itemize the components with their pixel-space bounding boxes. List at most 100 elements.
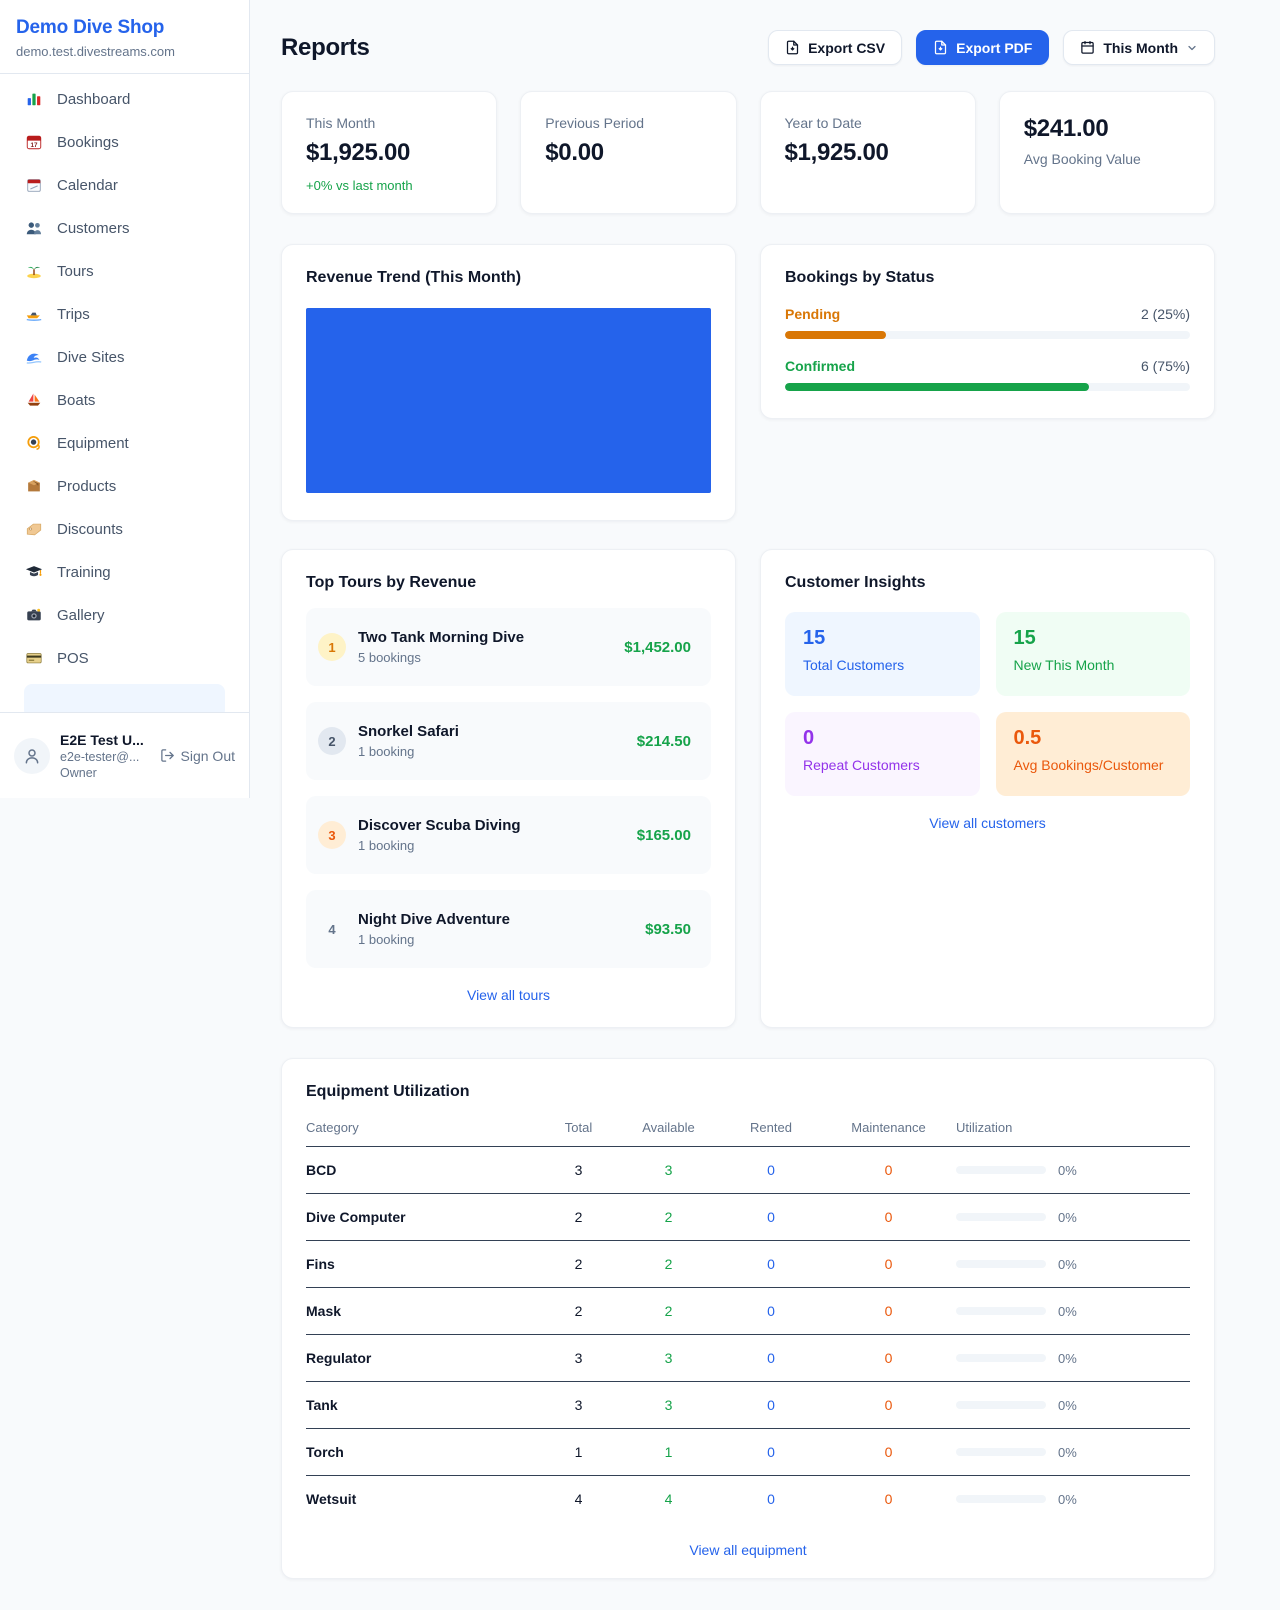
- period-select[interactable]: This Month: [1063, 30, 1215, 65]
- sidebar-item-label: Boats: [57, 392, 95, 409]
- sidebar-item-trips[interactable]: Trips: [12, 297, 237, 331]
- customers-icon: [24, 218, 44, 238]
- insight-value: 0: [803, 727, 962, 750]
- sidebar-item-pos[interactable]: POS: [12, 641, 237, 675]
- sidebar-item-calendar[interactable]: Calendar: [12, 168, 237, 202]
- sidebar-item-label: Bookings: [57, 134, 119, 151]
- equip-maintenance: 0: [821, 1194, 956, 1241]
- equip-maintenance: 0: [821, 1476, 956, 1523]
- export-pdf-label: Export PDF: [956, 40, 1032, 56]
- sidebar-item-gallery[interactable]: Gallery: [12, 598, 237, 632]
- col-rented: Rented: [721, 1114, 821, 1147]
- sidebar-item-discounts[interactable]: Discounts: [12, 512, 237, 546]
- pos-icon: [24, 648, 44, 668]
- equipment-utilization-title: Equipment Utilization: [306, 1083, 1190, 1101]
- view-all-customers-link[interactable]: View all customers: [785, 815, 1190, 831]
- sidebar-item-bookings[interactable]: 17 Bookings: [12, 125, 237, 159]
- sidebar-item-dashboard[interactable]: Dashboard: [12, 82, 237, 116]
- stat-value: $0.00: [545, 139, 711, 167]
- tour-bookings: 1 booking: [358, 744, 637, 759]
- export-csv-label: Export CSV: [808, 40, 885, 56]
- tours-icon: [24, 261, 44, 281]
- sidebar-item-equipment[interactable]: Equipment: [12, 426, 237, 460]
- gallery-icon: [24, 605, 44, 625]
- equip-available: 2: [616, 1241, 721, 1288]
- insight-tile-total-customers: 15 Total Customers: [785, 612, 980, 696]
- calendar-icon: [1080, 40, 1095, 55]
- insight-label: Avg Bookings/Customer: [1014, 757, 1173, 773]
- sidebar-item-label: Products: [57, 478, 116, 495]
- tour-name: Discover Scuba Diving: [358, 817, 637, 834]
- revenue-trend-title: Revenue Trend (This Month): [306, 269, 711, 287]
- tour-name: Two Tank Morning Dive: [358, 629, 624, 646]
- stat-delta: +0% vs last month: [306, 178, 472, 193]
- equip-rented: 0: [721, 1147, 821, 1194]
- sidebar-item-customers[interactable]: Customers: [12, 211, 237, 245]
- insight-tile-repeat-customers: 0Repeat Customers: [785, 712, 980, 796]
- trips-icon: [24, 304, 44, 324]
- training-icon: [24, 562, 44, 582]
- view-all-equipment-link[interactable]: View all equipment: [306, 1542, 1190, 1558]
- sidebar-item-tours[interactable]: Tours: [12, 254, 237, 288]
- equip-category: Tank: [306, 1382, 541, 1429]
- file-download-icon: [785, 40, 800, 55]
- view-all-tours-link[interactable]: View all tours: [306, 987, 711, 1003]
- sidebar-item-label: Trips: [57, 306, 90, 323]
- equip-category: Mask: [306, 1288, 541, 1335]
- utilization-percent: 0%: [1058, 1257, 1077, 1272]
- discounts-icon: [24, 519, 44, 539]
- insight-tiles: 15 Total Customers 15New This Month0Repeat…: [785, 612, 1190, 796]
- stat-label: This Month: [306, 115, 472, 131]
- tour-bookings: 5 bookings: [358, 650, 624, 665]
- tour-info: Discover Scuba Diving1 booking: [358, 817, 637, 853]
- equipment-row-dive-computer: Dive Computer22000%: [306, 1194, 1190, 1241]
- tour-name: Snorkel Safari: [358, 723, 637, 740]
- dive-sites-icon: [24, 347, 44, 367]
- equipment-row-bcd: BCD33000%: [306, 1147, 1190, 1194]
- insight-tile-new-this-month: 15New This Month: [996, 612, 1191, 696]
- insight-value: 0.5: [1014, 727, 1173, 750]
- equip-rented: 0: [721, 1476, 821, 1523]
- customer-insights-card: Customer Insights 15Total Customers15New…: [760, 549, 1215, 1028]
- sidebar-item-dive-sites[interactable]: Dive Sites: [12, 340, 237, 374]
- equip-available: 3: [616, 1147, 721, 1194]
- sign-out-icon: [160, 748, 175, 763]
- equipment-row-fins: Fins22000%: [306, 1241, 1190, 1288]
- top-tours-card: Top Tours by Revenue 1Two Tank Morning D…: [281, 549, 736, 1028]
- equip-total: 2: [541, 1194, 616, 1241]
- equip-utilization: 0%: [956, 1335, 1190, 1382]
- equip-maintenance: 0: [821, 1147, 956, 1194]
- bookings-icon: 17: [24, 132, 44, 152]
- header-actions: Export CSV Export PDF This Month: [768, 30, 1215, 65]
- status-progress-track: [785, 331, 1190, 339]
- equip-category: Fins: [306, 1241, 541, 1288]
- status-progress-track: [785, 383, 1190, 391]
- sidebar-item-boats[interactable]: Boats: [12, 383, 237, 417]
- export-csv-button[interactable]: Export CSV: [768, 30, 902, 65]
- bookings-by-status-card: Bookings by Status Pending2 (25%)Confirm…: [760, 244, 1215, 419]
- user-name: E2E Test U...: [60, 732, 150, 748]
- main-content: Reports Export CSV Export PDF This Month…: [281, 0, 1215, 1579]
- status-row-confirmed: Confirmed6 (75%): [785, 358, 1190, 391]
- sidebar-item-label: Dive Sites: [57, 349, 125, 366]
- sidebar-item-training[interactable]: Training: [12, 555, 237, 589]
- insight-value: 15: [803, 627, 962, 650]
- sidebar-item-reports-active[interactable]: [24, 684, 225, 712]
- sidebar-item-products[interactable]: Products: [12, 469, 237, 503]
- equip-total: 3: [541, 1147, 616, 1194]
- export-pdf-button[interactable]: Export PDF: [916, 30, 1049, 65]
- sign-out-button[interactable]: Sign Out: [160, 748, 235, 764]
- equip-maintenance: 0: [821, 1288, 956, 1335]
- equipment-table: Category Total Available Rented Maintena…: [306, 1114, 1190, 1523]
- equip-total: 3: [541, 1382, 616, 1429]
- equip-rented: 0: [721, 1335, 821, 1382]
- tour-info: Snorkel Safari 1 booking: [358, 723, 637, 759]
- insight-label: Total Customers: [803, 657, 962, 673]
- revenue-trend-bar: [306, 308, 711, 493]
- equip-total: 1: [541, 1429, 616, 1476]
- sidebar-item-label: POS: [57, 650, 89, 667]
- equip-total: 4: [541, 1476, 616, 1523]
- utilization-percent: 0%: [1058, 1398, 1077, 1413]
- shop-name[interactable]: Demo Dive Shop: [16, 17, 233, 39]
- products-icon: [24, 476, 44, 496]
